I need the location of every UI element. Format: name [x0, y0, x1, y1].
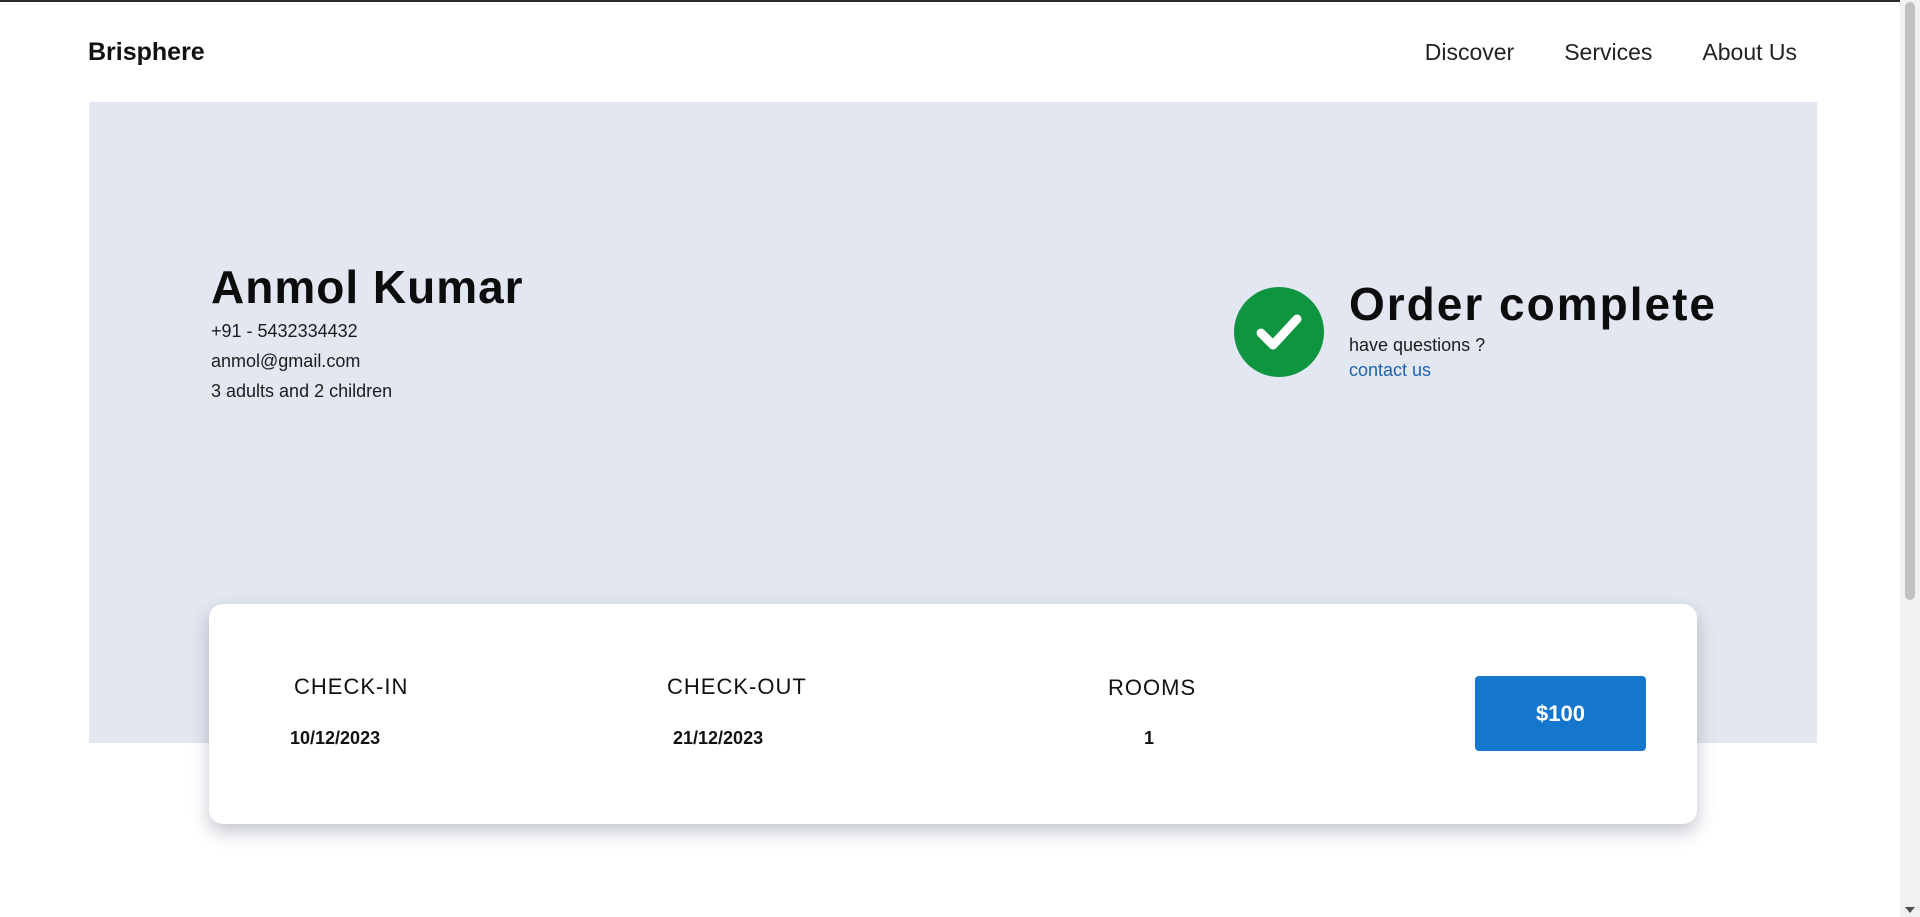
scrollbar-thumb[interactable] [1905, 2, 1915, 600]
questions-text: have questions ? [1349, 335, 1486, 355]
nav-links: Discover Services About Us [1425, 39, 1797, 66]
order-status-title: Order complete [1349, 278, 1717, 330]
price-button[interactable]: $100 [1475, 676, 1646, 751]
checkin-value: 10/12/2023 [290, 728, 381, 748]
guest-phone: +91 - 5432334432 [211, 321, 358, 341]
guest-name: Anmol Kumar [211, 261, 524, 313]
booking-summary-card: CHECK-IN 10/12/2023 CHECK-OUT 21/12/2023… [209, 604, 1697, 824]
contact-us-link[interactable]: contact us [1349, 360, 1431, 381]
nav-link-services[interactable]: Services [1564, 39, 1652, 66]
brand-logo[interactable]: Brisphere [88, 38, 205, 67]
guest-party: 3 adults and 2 children [211, 381, 393, 401]
checkout-value: 21/12/2023 [673, 728, 764, 748]
checkout-label: CHECK-OUT [667, 674, 807, 699]
guest-email: anmol@gmail.com [211, 351, 361, 371]
check-circle-icon [1234, 287, 1324, 377]
rooms-label: ROOMS [1108, 675, 1197, 700]
checkin-label: CHECK-IN [294, 674, 409, 699]
rooms-value: 1 [1144, 728, 1155, 748]
vertical-scrollbar[interactable] [1900, 0, 1920, 917]
order-status: Order complete have questions ? contact … [1234, 278, 1734, 388]
guest-details: Anmol Kumar +91 - 5432334432 anmol@gmail… [211, 258, 524, 406]
nav-link-discover[interactable]: Discover [1425, 39, 1514, 66]
nav-link-about-us[interactable]: About Us [1702, 39, 1797, 66]
navbar: Brisphere Discover Services About Us [0, 0, 1900, 102]
scroll-down-arrow-icon[interactable] [1905, 907, 1915, 913]
